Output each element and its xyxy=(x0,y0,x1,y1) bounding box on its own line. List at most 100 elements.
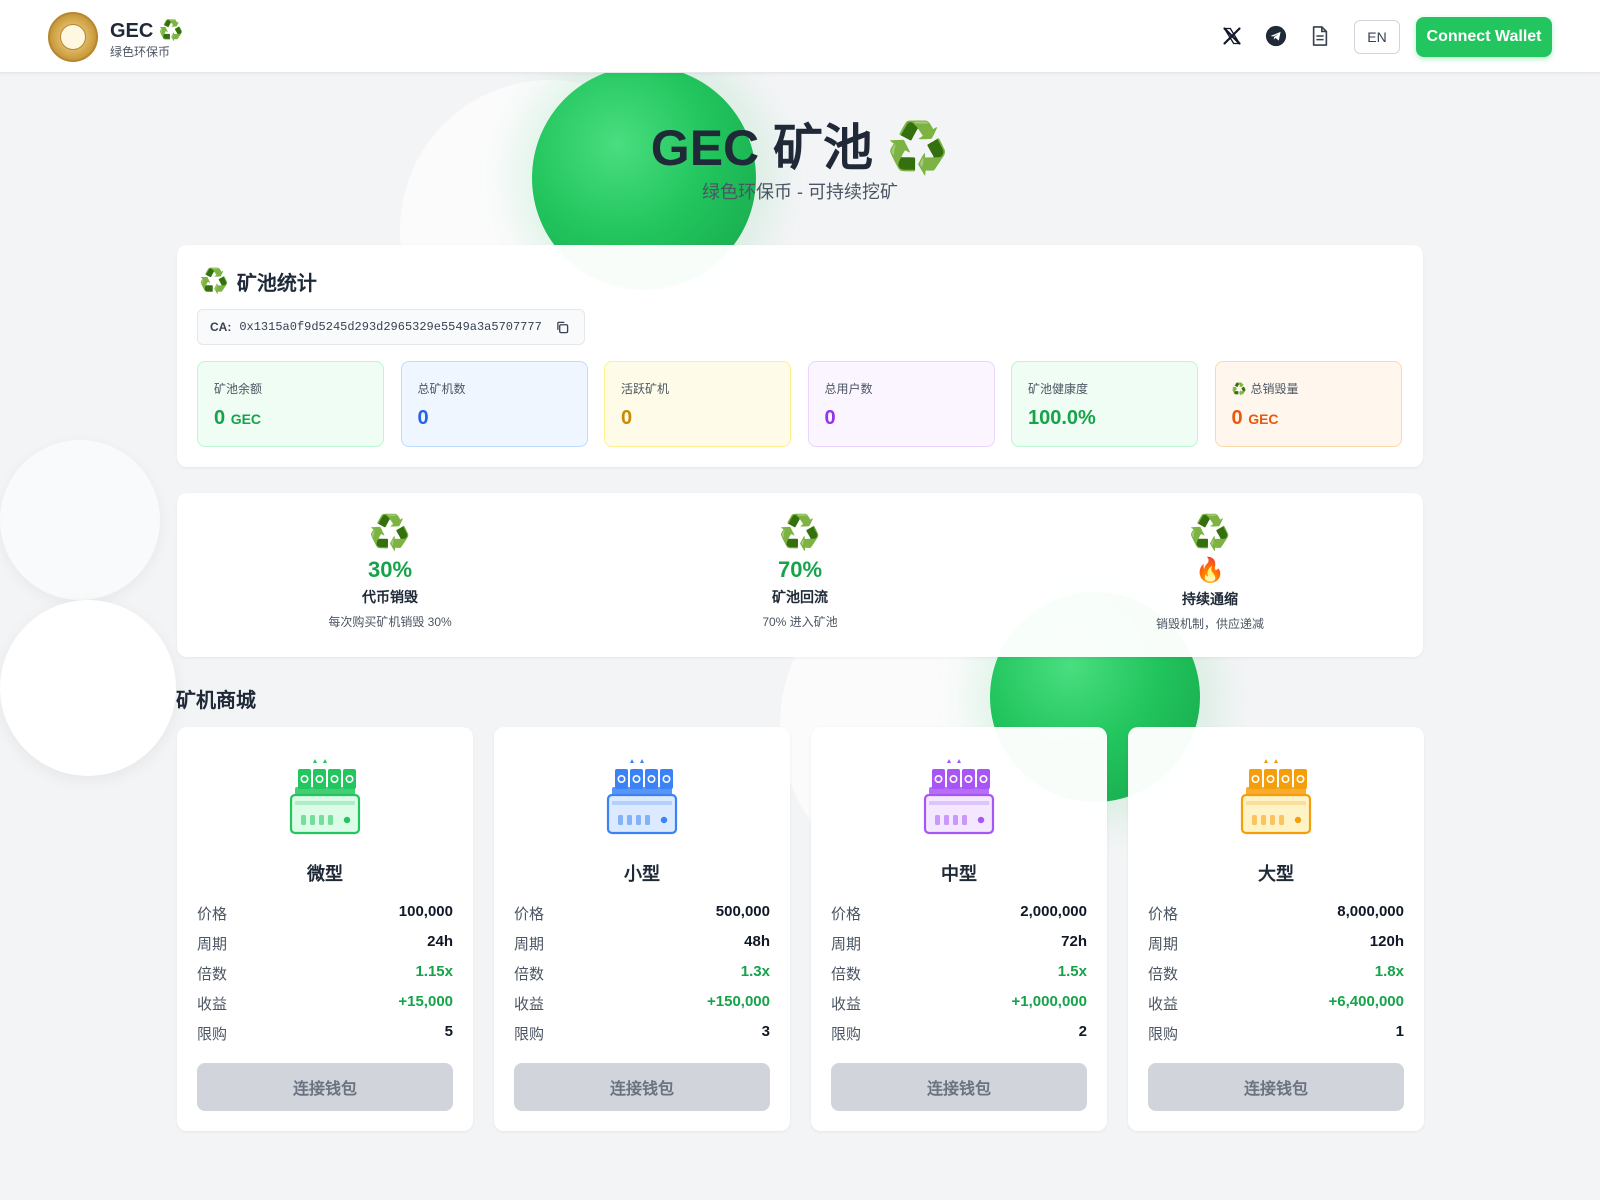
miner-card: 微型 价格 100,000 周期 24h 倍数 1.15x 收益 +15,000 限购 5 连接钱包 xyxy=(177,727,473,1131)
miner-period-row: 周期 72h xyxy=(831,933,1087,954)
brand-name: GEC ♻️ xyxy=(110,20,184,42)
miner-period-value: 72h xyxy=(1061,933,1087,950)
miner-period-value: 24h xyxy=(427,933,453,950)
miner-period-label: 周期 xyxy=(831,936,862,953)
stat-label: 总矿机数 xyxy=(418,380,571,397)
language-toggle-button[interactable]: EN xyxy=(1354,20,1400,54)
stat-card: 矿池健康度 100.0% xyxy=(1011,361,1198,447)
miner-limit-row: 限购 2 xyxy=(831,1023,1087,1044)
miner-profit-row: 收益 +6,400,000 xyxy=(1148,993,1404,1014)
miner-card: 大型 价格 8,000,000 周期 120h 倍数 1.8x 收益 +6,400,000 限购 1… xyxy=(1128,727,1424,1131)
stat-value: 0 xyxy=(825,407,978,430)
decorative-bubble xyxy=(0,440,160,600)
stat-label: ♻️ 总销毁量 xyxy=(1232,380,1385,397)
tokenomics-value: 30% xyxy=(367,557,413,582)
miner-period-row: 周期 24h xyxy=(197,933,453,954)
copy-icon[interactable] xyxy=(556,321,569,334)
miner-multiplier-value: 1.3x xyxy=(740,963,770,980)
miner-price-label: 价格 xyxy=(514,906,545,923)
miner-name: 中型 xyxy=(941,864,977,884)
stat-label: 活跃矿机 xyxy=(621,380,774,397)
top-navbar: GEC ♻️ 绿色环保币 EN Connect Wallet xyxy=(0,0,1600,73)
miner-price-row: 价格 8,000,000 xyxy=(1148,903,1404,924)
miner-profit-row: 收益 +1,000,000 xyxy=(831,993,1087,1014)
miner-card: 中型 价格 2,000,000 周期 72h 倍数 1.5x 收益 +1,000,000 限购 2 连… xyxy=(811,727,1107,1131)
miner-limit-value: 3 xyxy=(761,1023,770,1040)
miner-name: 小型 xyxy=(624,864,660,884)
miner-profit-value: +1,000,000 xyxy=(1011,993,1088,1010)
stat-value: 0 GEC xyxy=(214,407,367,430)
tokenomics-item: ♻️ 30% 代币销毁 每次购买矿机销毁 30% xyxy=(240,511,540,630)
tokenomics-item: ♻️ 70% 矿池回流 70% 进入矿池 xyxy=(650,511,950,630)
connect-wallet-button[interactable]: 连接钱包 xyxy=(514,1063,770,1111)
decorative-bubble xyxy=(0,600,176,776)
miner-multiplier-row: 倍数 1.15x xyxy=(197,963,453,984)
miner-price-label: 价格 xyxy=(197,906,228,923)
miner-limit-label: 限购 xyxy=(514,1026,545,1043)
stat-card: ♻️ 总销毁量 0 GEC xyxy=(1214,361,1402,447)
miner-multiplier-label: 倍数 xyxy=(831,966,862,983)
document-icon[interactable] xyxy=(1308,24,1332,48)
miner-icon xyxy=(1128,755,1424,839)
miner-profit-label: 收益 xyxy=(831,996,862,1013)
fire-icon: 🔥 xyxy=(1195,557,1225,584)
miner-limit-value: 1 xyxy=(1395,1023,1404,1040)
miner-period-row: 周期 120h xyxy=(1148,933,1404,954)
stat-number: 0 xyxy=(214,407,226,429)
connect-wallet-button[interactable]: 连接钱包 xyxy=(197,1063,453,1111)
tokenomics-value: 70% xyxy=(777,557,823,582)
stat-number: 0 xyxy=(1231,407,1243,429)
stat-label: 矿池健康度 xyxy=(1028,380,1181,397)
miner-multiplier-value: 1.8x xyxy=(1374,963,1404,980)
stat-label-text: 矿池余额 xyxy=(214,382,263,396)
contract-address: 0x1315a0f9d5245d293d2965329e5549a3a57077… xyxy=(239,320,542,334)
miner-limit-row: 限购 5 xyxy=(197,1023,453,1044)
tokenomics-title: 持续通缩 xyxy=(1182,591,1238,607)
miner-price-row: 价格 100,000 xyxy=(197,903,453,924)
miner-profit-value: +6,400,000 xyxy=(1328,993,1405,1010)
connect-wallet-button[interactable]: 连接钱包 xyxy=(831,1063,1087,1111)
miner-price-row: 价格 500,000 xyxy=(514,903,770,924)
miner-profit-value: +150,000 xyxy=(707,993,770,1010)
miner-price-value: 500,000 xyxy=(715,903,770,920)
miner-profit-value: +15,000 xyxy=(398,993,453,1010)
gec-logo[interactable] xyxy=(48,12,98,62)
recycle-icon: ♻️ xyxy=(199,268,229,295)
miner-price-label: 价格 xyxy=(831,906,862,923)
miner-multiplier-row: 倍数 1.5x xyxy=(831,963,1087,984)
stat-number: 0 xyxy=(621,407,633,429)
miner-multiplier-value: 1.15x xyxy=(415,963,453,980)
miner-card: 小型 价格 500,000 周期 48h 倍数 1.3x 收益 +150,000 限购 3 连接钱包 xyxy=(494,727,790,1131)
stat-card: 活跃矿机 0 xyxy=(604,361,791,447)
stat-label-text: 活跃矿机 xyxy=(621,382,670,396)
tokenomics-desc: 70% 进入矿池 xyxy=(762,615,838,629)
ca-label: CA: xyxy=(210,320,232,334)
tokenomics-title: 矿池回流 xyxy=(772,589,828,605)
miner-period-value: 120h xyxy=(1369,933,1404,950)
stat-unit: GEC xyxy=(1248,411,1279,427)
miner-limit-value: 2 xyxy=(1078,1023,1087,1040)
tokenomics-item: ♻️ 🔥 持续通缩 销毁机制，供应递减 xyxy=(1060,511,1360,632)
stat-label-text: 总用户数 xyxy=(824,382,873,396)
stat-card: 矿池余额 0 GEC xyxy=(197,361,384,447)
stat-card: 总矿机数 0 xyxy=(400,361,588,447)
recycle-icon: ♻️ xyxy=(1188,514,1232,552)
connect-wallet-button[interactable]: Connect Wallet xyxy=(1416,17,1552,57)
miner-multiplier-label: 倍数 xyxy=(1148,966,1179,983)
miner-limit-row: 限购 3 xyxy=(514,1023,770,1044)
tokenomics-panel: ♻️ 30% 代币销毁 每次购买矿机销毁 30% ♻️ 70% 矿池回流 70% 进入矿池 ♻️… xyxy=(177,493,1423,657)
pool-stats-title: ♻️ 矿池统计 xyxy=(199,268,317,295)
miner-multiplier-row: 倍数 1.8x xyxy=(1148,963,1404,984)
miner-icon xyxy=(494,755,790,839)
recycle-icon: ♻️ xyxy=(368,514,412,552)
miner-shop-title: 矿机商城 xyxy=(176,690,256,712)
stat-label: 总用户数 xyxy=(825,380,978,397)
telegram-icon[interactable] xyxy=(1264,24,1288,48)
miner-period-row: 周期 48h xyxy=(514,933,770,954)
x-icon[interactable] xyxy=(1220,24,1244,48)
stat-label-text: 总矿机数 xyxy=(417,382,466,396)
miner-name: 大型 xyxy=(1258,864,1294,884)
stat-card: 总用户数 0 xyxy=(807,361,995,447)
miner-profit-row: 收益 +150,000 xyxy=(514,993,770,1014)
connect-wallet-button[interactable]: 连接钱包 xyxy=(1148,1063,1404,1111)
